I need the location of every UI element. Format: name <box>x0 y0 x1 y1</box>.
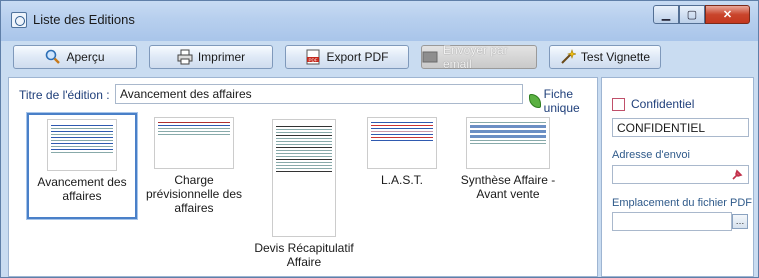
minimize-icon: ▁ <box>661 9 671 21</box>
pin-icon[interactable] <box>731 169 743 181</box>
close-button[interactable]: ✕ <box>705 5 750 24</box>
leaf-icon <box>529 94 541 108</box>
emplacement-input[interactable] <box>612 212 732 231</box>
minimize-button[interactable]: ▁ <box>653 5 679 24</box>
editions-panel: Titre de l'édition : Avancement des affa… <box>8 77 598 277</box>
browse-button[interactable]: … <box>732 214 748 229</box>
document-thumbnail <box>367 117 437 169</box>
adresse-input[interactable] <box>612 165 749 184</box>
envoyer-email-button[interactable]: Envoyer par email <box>421 43 537 71</box>
magic-wand-icon <box>560 49 577 65</box>
maximize-icon: ▢ <box>686 9 698 21</box>
printer-icon <box>177 49 193 65</box>
test-vignette-label: Test Vignette <box>580 50 651 64</box>
editions-gallery: Avancement des affaires Charge prévision… <box>21 111 591 276</box>
emplacement-label: Emplacement du fichier PDF <box>612 197 752 209</box>
svg-text:PDF: PDF <box>309 57 318 62</box>
apercu-label: Aperçu <box>66 50 105 64</box>
app-icon <box>11 12 27 28</box>
confidentiel-label: Confidentiel <box>631 97 695 111</box>
titre-label: Titre de l'édition : <box>19 88 110 102</box>
document-item[interactable]: Synthèse Affaire - Avant vente <box>453 117 563 201</box>
document-label: Charge prévisionnelle des affaires <box>145 173 243 215</box>
document-thumbnail <box>466 117 550 169</box>
toolbar: Aperçu Imprimer PDF Export PDF Envoyer p… <box>7 41 752 73</box>
confidentiel-input[interactable]: CONFIDENTIEL <box>612 118 749 137</box>
window-title: Liste des Editions <box>33 12 135 27</box>
document-item[interactable]: Devis Récapitulatif Affaire <box>249 119 359 269</box>
document-thumbnail <box>47 119 117 171</box>
titre-row: Titre de l'édition : Avancement des affa… <box>19 84 599 115</box>
envoyer-email-label: Envoyer par email <box>443 43 508 71</box>
imprimer-label: Imprimer <box>197 50 246 64</box>
pdf-icon: PDF <box>305 49 321 65</box>
apercu-button[interactable]: Aperçu <box>13 45 137 69</box>
ellipsis-icon: … <box>735 216 745 226</box>
title-bar[interactable]: Liste des Editions ▁ ▢ ✕ <box>1 1 758 41</box>
options-panel: Confidentiel CONFIDENTIEL Adresse d'envo… <box>601 77 754 277</box>
document-label: Devis Récapitulatif Affaire <box>254 241 354 269</box>
close-icon: ✕ <box>722 9 733 21</box>
document-label: Synthèse Affaire - Avant vente <box>460 173 556 201</box>
document-thumbnail <box>154 117 234 169</box>
document-label: Avancement des affaires <box>37 175 127 203</box>
document-item[interactable]: Charge prévisionnelle des affaires <box>139 117 249 215</box>
confidentiel-checkbox[interactable] <box>612 97 625 111</box>
confidentiel-checkbox-row[interactable]: Confidentiel <box>612 97 694 111</box>
export-pdf-label: Export PDF <box>326 50 389 64</box>
titre-input[interactable]: Avancement des affaires <box>115 84 523 104</box>
document-item[interactable]: Avancement des affaires <box>26 112 138 220</box>
window-controls: ▁ ▢ ✕ <box>653 5 750 24</box>
document-thumbnail <box>272 119 336 237</box>
adresse-label: Adresse d'envoi <box>612 149 690 161</box>
magnifier-icon <box>45 49 61 65</box>
export-pdf-button[interactable]: PDF Export PDF <box>285 45 409 69</box>
document-label: L.A.S.T. <box>380 173 424 187</box>
test-vignette-button[interactable]: Test Vignette <box>549 45 661 69</box>
imprimer-button[interactable]: Imprimer <box>149 45 273 69</box>
window: Liste des Editions ▁ ▢ ✕ Aperçu Imprimer… <box>0 0 759 278</box>
maximize-button[interactable]: ▢ <box>679 5 705 24</box>
document-item[interactable]: L.A.S.T. <box>347 117 457 187</box>
email-icon <box>422 49 438 65</box>
